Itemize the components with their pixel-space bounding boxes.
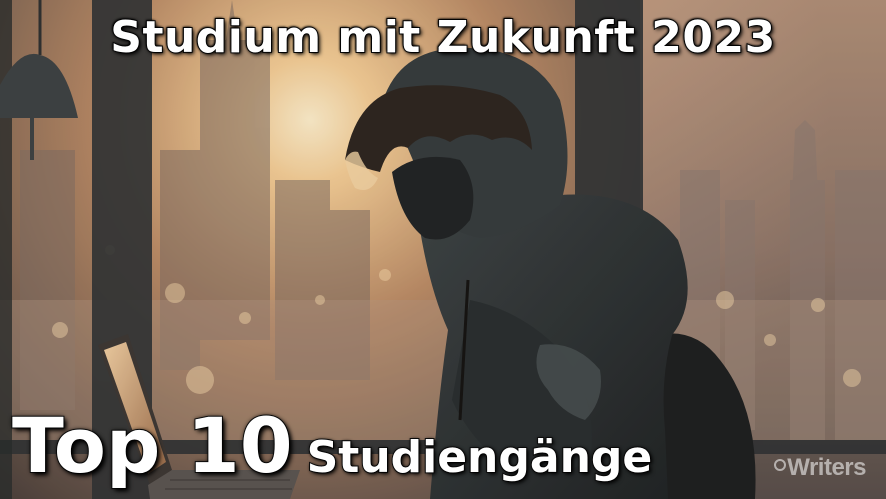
bottom-caption: Top 10 Studiengänge xyxy=(11,401,654,491)
watermark-text: Writers xyxy=(787,454,866,481)
headline-title: Studium mit Zukunft 2023 xyxy=(109,11,776,64)
thumbnail-image: Studium mit Zukunft 2023 Top 10 Studieng… xyxy=(0,0,886,499)
writers-watermark: Writers xyxy=(774,454,866,482)
top-10-label: Top 10 xyxy=(11,401,294,491)
subject-label: Studiengänge xyxy=(306,431,654,484)
watermark-logo-icon xyxy=(774,459,787,471)
